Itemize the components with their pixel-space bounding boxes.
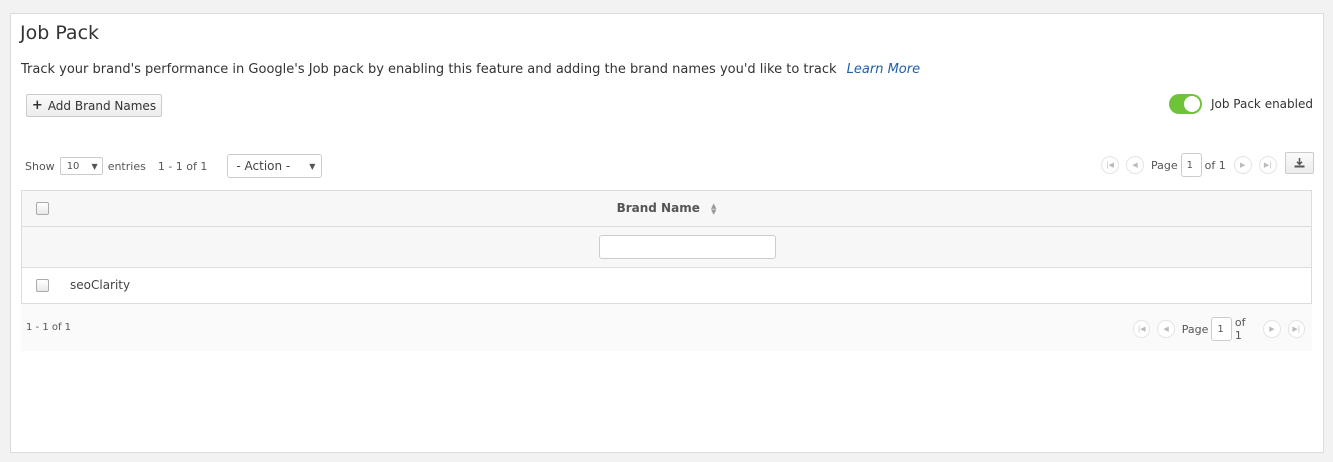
page-label: Page [1181, 322, 1209, 336]
entries-value: 10 [66, 160, 80, 172]
table-row: seoClarity [22, 268, 1311, 303]
row-checkbox[interactable] [36, 279, 49, 292]
entries-select[interactable]: 10 ▼ [59, 157, 103, 175]
action-select[interactable]: - Action - ▼ [227, 154, 323, 178]
action-label: - Action - [236, 159, 291, 173]
caret-down-icon: ▼ [309, 161, 316, 171]
job-pack-toggle-group: Job Pack enabled [1168, 94, 1313, 114]
first-page-icon[interactable]: |◀ [1133, 320, 1151, 338]
last-page-icon[interactable]: ▶| [1258, 156, 1277, 174]
page-of-label: of 1 [1204, 158, 1226, 172]
add-brand-names-label: Add Brand Names [47, 98, 157, 113]
toggle-knob [1183, 96, 1200, 112]
table-footer: 1 - 1 of 1 |◀ ◀ Page 1 of 1 ▶ ▶| [21, 304, 1312, 351]
learn-more-link[interactable]: Learn More [847, 62, 920, 77]
show-label: Show [25, 159, 55, 173]
table-header: Brand Name ▲ ▼ [22, 191, 1311, 227]
footer-record-count: 1 - 1 of 1 [26, 322, 72, 333]
bottom-pager: |◀ ◀ Page 1 of 1 ▶ ▶| [1133, 316, 1312, 342]
job-pack-toggle[interactable] [1168, 94, 1202, 114]
page-input[interactable]: 1 [1211, 317, 1232, 341]
record-count: 1 - 1 of 1 [157, 159, 208, 173]
page-title: Job Pack [20, 22, 100, 44]
entries-label: entries [107, 159, 146, 173]
prev-page-icon[interactable]: ◀ [1126, 156, 1144, 174]
caret-down-icon: ▼ [91, 161, 98, 171]
page-of-label: of 1 [1234, 316, 1246, 342]
toggle-label: Job Pack enabled [1210, 97, 1313, 111]
last-page-icon[interactable]: ▶| [1287, 320, 1305, 338]
next-page-icon[interactable]: ▶ [1233, 156, 1252, 174]
brand-name-header-label: Brand Name [616, 201, 700, 215]
brand-name-cell: seoClarity [70, 278, 131, 292]
download-icon [1294, 158, 1305, 168]
page-input[interactable]: 1 [1180, 153, 1202, 177]
brand-table: Brand Name ▲ ▼ seoClarity [21, 190, 1312, 304]
brand-name-column-header[interactable]: Brand Name ▲ ▼ [22, 201, 1311, 215]
add-brand-names-button[interactable]: + Add Brand Names [26, 94, 162, 117]
brand-name-filter-input[interactable] [599, 235, 776, 259]
prev-page-icon[interactable]: ◀ [1157, 320, 1175, 338]
next-page-icon[interactable]: ▶ [1263, 320, 1281, 338]
top-pager: |◀ ◀ Page 1 of 1 ▶ ▶| [1101, 153, 1284, 177]
filter-row [22, 227, 1311, 268]
first-page-icon[interactable]: |◀ [1101, 156, 1119, 174]
page-label: Page [1151, 158, 1178, 172]
page-description: Track your brand's performance in Google… [21, 62, 920, 77]
job-pack-panel: Job Pack Track your brand's performance … [10, 13, 1324, 453]
sort-icon: ▲ ▼ [711, 201, 717, 216]
table-controls: Show 10 ▼ entries 1 - 1 of 1 - Action - … [25, 154, 323, 178]
plus-icon: + [31, 98, 43, 113]
download-button[interactable] [1285, 152, 1314, 174]
description-text: Track your brand's performance in Google… [21, 62, 837, 77]
